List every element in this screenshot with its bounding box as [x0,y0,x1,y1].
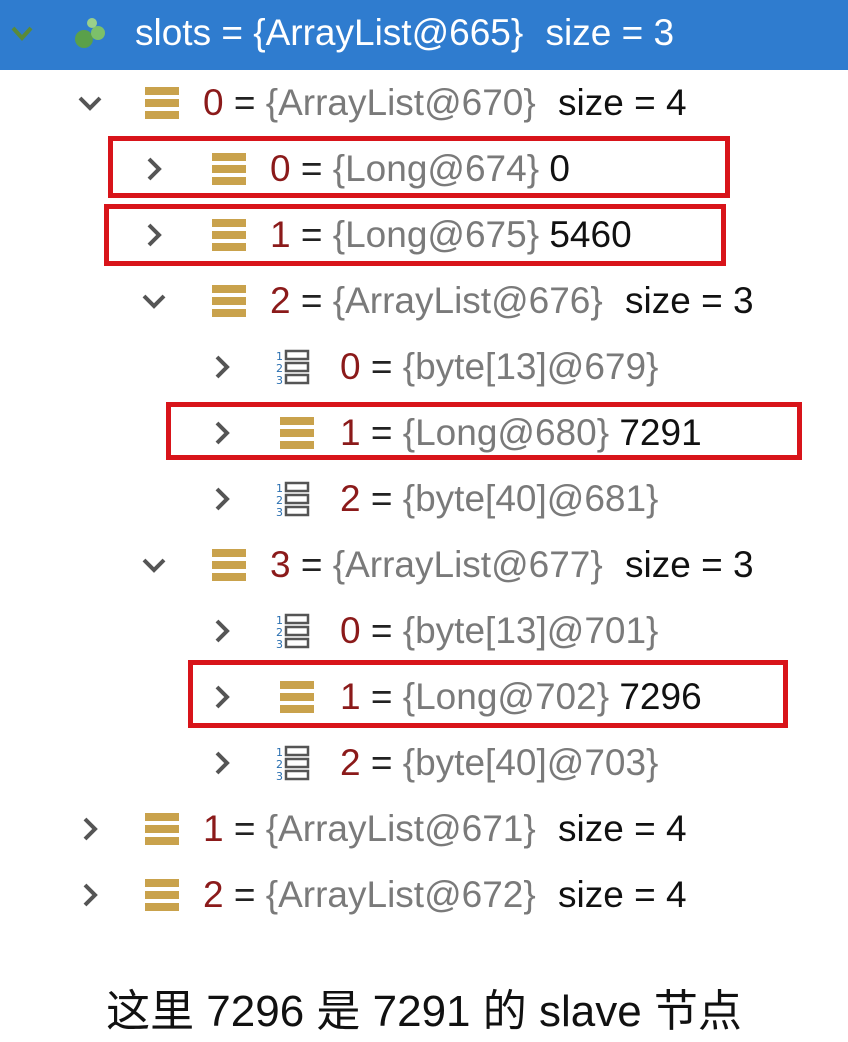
tree-row[interactable]: 1 = {Long@675} 5460 [0,202,848,268]
field-name: 0 [340,610,361,651]
equals-sign: = [233,874,256,915]
field-type: {ArrayList@670} [265,82,536,123]
list-field-icon [145,70,179,136]
equals-sign: = [300,214,323,255]
field-type: {Long@702} [402,676,610,717]
chevron-right-icon[interactable] [208,466,236,532]
equals-sign: = [370,676,393,717]
field-type: {Long@674} [332,148,540,189]
tree-row[interactable]: 123 2 = {byte[40]@703} [0,730,848,796]
list-field-icon [212,136,246,202]
field-size: size = 3 [625,280,754,321]
equals-sign: = [300,280,323,321]
list-field-icon [212,268,246,334]
tree-row-slots[interactable]: slots = {ArrayList@665} size = 3 [0,0,848,70]
list-field-icon [212,532,246,598]
field-size: size = 3 [625,544,754,585]
equals-sign: = [370,478,393,519]
field-value: 5460 [549,214,632,255]
equals-sign: = [233,82,256,123]
tree-row[interactable]: 1 = {Long@680} 7291 [0,400,848,466]
field-type: {ArrayList@676} [332,280,603,321]
field-type: {byte[40]@681} [402,478,659,519]
equals-sign: = [370,742,393,783]
field-name: 1 [340,412,361,453]
byte-array-icon: 123 [276,730,310,796]
byte-array-icon: 123 [276,598,310,664]
equals-sign: = [300,148,323,189]
field-size: size = 4 [558,82,687,123]
equals-sign: = [370,346,393,387]
chevron-down-icon[interactable] [140,532,168,598]
field-name: 1 [203,808,224,849]
tree-row[interactable]: 1 = {Long@702} 7296 [0,664,848,730]
field-name: 0 [340,346,361,387]
tree-row[interactable]: 3 = {ArrayList@677} size = 3 [0,532,848,598]
list-field-icon [280,400,314,466]
equals-sign: = [233,808,256,849]
equals-sign: = [370,610,393,651]
byte-array-icon: 123 [276,466,310,532]
field-name: 2 [270,280,291,321]
tree-row[interactable]: 123 0 = {byte[13]@679} [0,334,848,400]
chevron-down-icon[interactable] [76,70,104,136]
equals-sign: = [300,544,323,585]
field-value: 7291 [619,412,702,453]
field-type: {ArrayList@677} [332,544,603,585]
svg-text:3: 3 [276,506,283,519]
tree-row[interactable]: 0 = {Long@674} 0 [0,136,848,202]
tree-row[interactable]: 2 = {ArrayList@672} size = 4 [0,862,848,928]
chevron-right-icon[interactable] [208,730,236,796]
equals-sign: = [370,412,393,453]
chevron-right-icon[interactable] [208,598,236,664]
field-name: 1 [270,214,291,255]
field-type: {Long@675} [332,214,540,255]
field-size: size = 4 [558,874,687,915]
chevron-down-icon[interactable] [8,0,36,66]
field-type: {ArrayList@671} [265,808,536,849]
annotation-caption: 这里 7296 是 7291 的 slave 节点 [106,987,742,1036]
tree-row[interactable]: 0 = {ArrayList@670} size = 4 [0,70,848,136]
field-name: 3 [270,544,291,585]
list-field-icon [145,862,179,928]
list-field-icon [145,796,179,862]
field-size: size = 4 [558,808,687,849]
tree-row[interactable]: 2 = {ArrayList@676} size = 3 [0,268,848,334]
list-field-icon [280,664,314,730]
object-icon [70,0,110,66]
field-type: {byte[13]@679} [402,346,659,387]
byte-array-icon: 123 [276,334,310,400]
field-name: 2 [203,874,224,915]
field-value: 7296 [619,676,702,717]
field-name: 0 [203,82,224,123]
field-name: 0 [270,148,291,189]
tree-row[interactable]: 123 0 = {byte[13]@701} [0,598,848,664]
field-type: {ArrayList@665} [253,12,524,53]
field-type: {Long@680} [402,412,610,453]
field-size: size = 3 [545,12,675,53]
equals-sign: = [221,12,243,53]
svg-text:3: 3 [276,770,283,783]
field-value: 0 [549,148,570,189]
field-type: {ArrayList@672} [265,874,536,915]
field-name: slots [135,12,212,53]
chevron-right-icon[interactable] [76,862,104,928]
chevron-right-icon[interactable] [140,202,168,268]
list-field-icon [212,202,246,268]
field-name: 1 [340,676,361,717]
chevron-right-icon[interactable] [208,334,236,400]
svg-text:3: 3 [276,374,283,387]
chevron-right-icon[interactable] [140,136,168,202]
tree-row[interactable]: 1 = {ArrayList@671} size = 4 [0,796,848,862]
chevron-right-icon[interactable] [76,796,104,862]
field-type: {byte[40]@703} [402,742,659,783]
chevron-down-icon[interactable] [140,268,168,334]
svg-text:3: 3 [276,638,283,651]
chevron-right-icon[interactable] [208,664,236,730]
field-type: {byte[13]@701} [402,610,659,651]
field-name: 2 [340,478,361,519]
chevron-right-icon[interactable] [208,400,236,466]
tree-row[interactable]: 123 2 = {byte[40]@681} [0,466,848,532]
field-name: 2 [340,742,361,783]
